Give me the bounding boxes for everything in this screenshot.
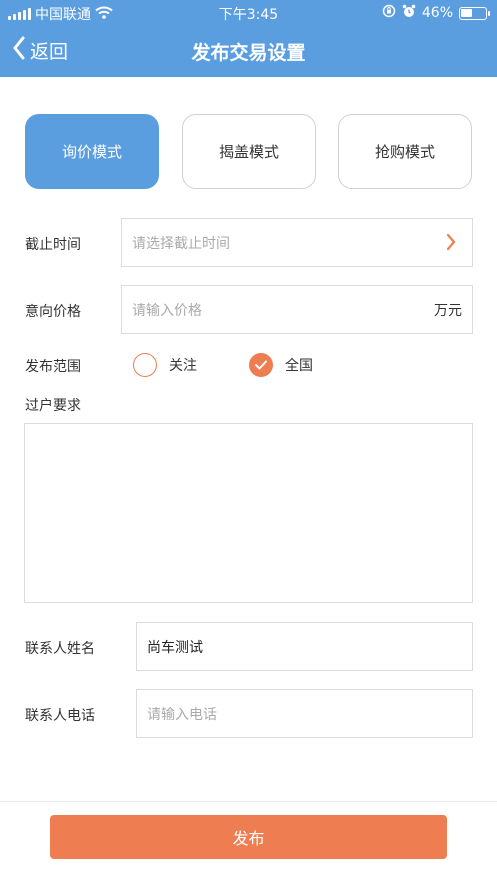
deadline-placeholder: 请选择截止时间 [132, 235, 230, 252]
scope-follow-radio[interactable]: 关注 [133, 353, 197, 377]
price-label: 意向价格 [25, 304, 81, 320]
contact-name-value: 尚车测试 [147, 639, 203, 656]
mode-rush-button[interactable]: 抢购模式 [338, 114, 472, 189]
status-bar: 中国联通 下午3:45 46% [0, 0, 497, 26]
publish-button[interactable]: 发布 [50, 815, 447, 859]
alarm-icon [402, 4, 416, 22]
contact-name-input[interactable]: 尚车测试 [136, 622, 473, 671]
price-input[interactable]: 请输入价格 万元 [121, 285, 473, 334]
deadline-label: 截止时间 [25, 237, 81, 253]
header-bar: 中国联通 下午3:45 46% 返回 发布交易设置 [0, 0, 497, 77]
checkmark-icon [249, 353, 273, 377]
contact-phone-label: 联系人电话 [25, 708, 95, 724]
deadline-picker[interactable]: 请选择截止时间 [121, 218, 473, 267]
transfer-label: 过户要求 [25, 398, 81, 414]
scope-label: 发布范围 [25, 359, 81, 375]
mode-inquiry-button[interactable]: 询价模式 [25, 114, 159, 189]
contact-phone-input[interactable]: 请输入电话 [136, 689, 473, 738]
radio-unchecked-icon [133, 353, 157, 377]
contact-name-label: 联系人姓名 [25, 641, 95, 657]
rotation-lock-icon [382, 4, 396, 22]
scope-follow-label: 关注 [169, 358, 197, 374]
price-unit: 万元 [434, 302, 462, 319]
scope-nationwide-radio[interactable]: 全国 [249, 353, 313, 377]
scope-nationwide-label: 全国 [285, 358, 313, 374]
chevron-right-icon [446, 233, 456, 255]
contact-phone-placeholder: 请输入电话 [147, 706, 217, 723]
nav-bar: 返回 发布交易设置 [0, 26, 497, 77]
page-title: 发布交易设置 [191, 42, 306, 64]
mode-reveal-button[interactable]: 揭盖模式 [182, 114, 316, 189]
price-placeholder: 请输入价格 [132, 302, 202, 319]
battery-percent: 46% [421, 5, 453, 21]
battery-icon [459, 6, 490, 20]
transfer-textarea[interactable] [24, 423, 473, 603]
